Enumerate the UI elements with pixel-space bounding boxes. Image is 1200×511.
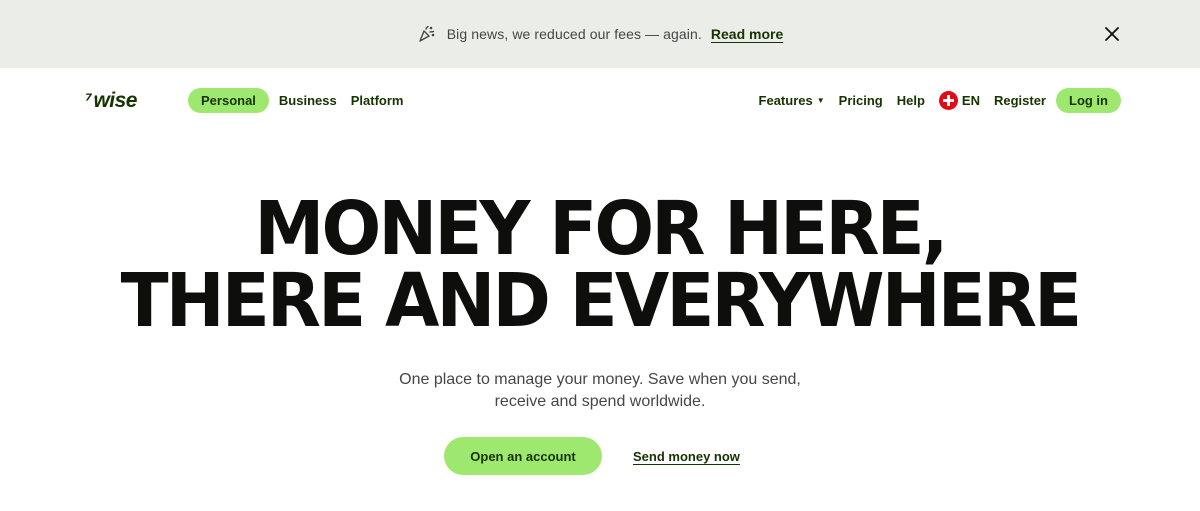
nav-actions: Features ▼ Pricing Help EN Register Log … xyxy=(759,88,1121,113)
banner-content: Big news, we reduced our fees — again. R… xyxy=(0,0,1200,68)
features-label: Features xyxy=(758,93,813,108)
hero-subtitle: One place to manage your money. Save whe… xyxy=(0,369,1200,413)
hero-heading-line-2: THERE AND EVERYWHERE xyxy=(120,258,1083,344)
wise-logo[interactable]: ⁷ wise xyxy=(85,89,157,112)
hero-heading: MONEY FOR HERE, THERE AND EVERYWHERE xyxy=(30,186,1170,344)
open-account-button[interactable]: Open an account xyxy=(444,437,602,475)
announcement-banner: Big news, we reduced our fees — again. R… xyxy=(0,0,1200,68)
hero-heading-line-1: MONEY FOR HERE, xyxy=(254,186,948,272)
segment-business[interactable]: Business xyxy=(279,93,337,108)
language-label: EN xyxy=(961,93,980,108)
features-menu[interactable]: Features ▼ xyxy=(759,93,825,108)
logo-flag-mark: ⁷ xyxy=(85,91,93,111)
register-link[interactable]: Register xyxy=(994,93,1046,108)
party-popper-icon xyxy=(417,25,435,43)
swiss-flag-icon xyxy=(938,91,958,110)
logo-wordmark: wise xyxy=(93,89,137,112)
read-more-link[interactable]: Read more xyxy=(711,26,783,42)
language-selector[interactable]: EN xyxy=(938,91,980,110)
hero-subtitle-line-2: receive and spend worldwide. xyxy=(494,393,706,410)
send-money-link[interactable]: Send money now xyxy=(633,449,740,464)
main-navigation: ⁷ wise Personal Business Platform Featur… xyxy=(0,68,1200,132)
segment-switcher: Personal Business Platform xyxy=(188,88,403,113)
hero-cta-row: Open an account Send money now xyxy=(0,437,1200,475)
segment-platform[interactable]: Platform xyxy=(351,93,404,108)
close-icon xyxy=(1105,27,1119,41)
login-button[interactable]: Log in xyxy=(1056,88,1121,113)
pricing-link[interactable]: Pricing xyxy=(839,93,883,108)
hero-subtitle-line-1: One place to manage your money. Save whe… xyxy=(399,371,801,388)
close-banner-button[interactable] xyxy=(1102,24,1122,44)
chevron-down-icon: ▼ xyxy=(816,96,825,105)
banner-message: Big news, we reduced our fees — again. xyxy=(446,26,702,42)
segment-personal[interactable]: Personal xyxy=(188,88,269,113)
help-link[interactable]: Help xyxy=(897,93,925,108)
